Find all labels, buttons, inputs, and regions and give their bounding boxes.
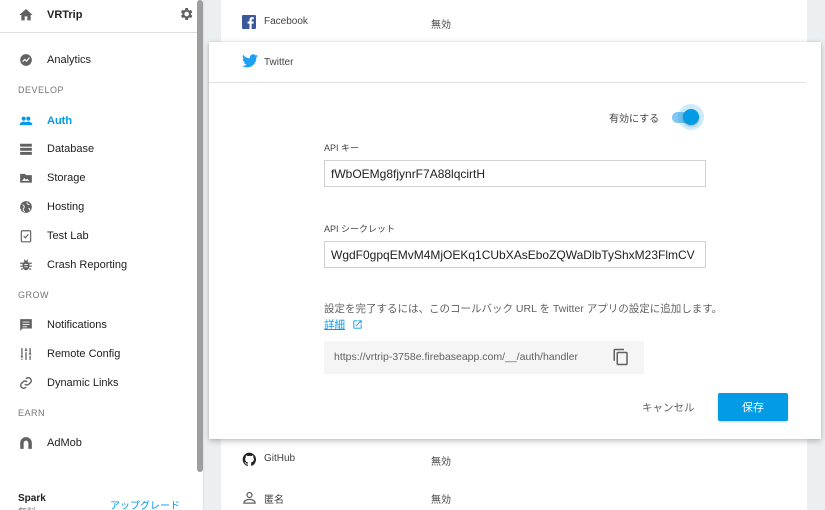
- database-icon: [19, 142, 33, 156]
- sidebar-item-hosting[interactable]: Hosting: [0, 193, 198, 221]
- sidebar-item-database[interactable]: Database: [0, 135, 198, 163]
- plan-sub: 無料: [18, 505, 36, 510]
- provider-row-facebook[interactable]: Facebook 無効: [221, 3, 807, 41]
- facebook-icon: [242, 15, 256, 34]
- callback-help: 設定を完了するには、このコールバック URL を Twitter アプリの設定に…: [324, 301, 724, 335]
- enable-label: 有効にする: [609, 114, 660, 125]
- plan-name: Spark: [18, 493, 46, 504]
- sidebar-item-admob[interactable]: AdMob: [0, 429, 198, 457]
- person-icon: [242, 490, 257, 510]
- twitter-icon: [242, 54, 258, 73]
- open-in-new-icon[interactable]: [352, 319, 363, 335]
- callback-url-box: https://vrtrip-3758e.firebaseapp.com/__/…: [324, 341, 644, 374]
- provider-list-top: Facebook 無効: [221, 0, 807, 42]
- provider-name: GitHub: [264, 453, 296, 464]
- enable-toggle[interactable]: [670, 104, 706, 130]
- twitter-provider-dialog: Twitter 有効にする API キー fWbOEMg8fjynrF7A88l…: [209, 42, 821, 439]
- provider-name: 匿名: [264, 495, 284, 506]
- section-develop: DEVELOP: [18, 85, 65, 95]
- project-name[interactable]: VRTrip: [47, 9, 82, 21]
- sidebar-item-notifications[interactable]: Notifications: [0, 311, 198, 339]
- sidebar-item-auth[interactable]: Auth: [0, 107, 198, 135]
- dialog-header: Twitter: [209, 42, 806, 83]
- analytics-icon: [19, 53, 33, 67]
- provider-name: Facebook: [264, 16, 308, 27]
- section-earn: EARN: [18, 408, 46, 418]
- api-key-input[interactable]: fWbOEMg8fjynrF7A88lqcirtH: [324, 160, 706, 187]
- sidebar-item-label: Hosting: [47, 201, 85, 213]
- hosting-icon: [19, 200, 33, 214]
- cancel-button[interactable]: キャンセル: [634, 393, 703, 421]
- sidebar-item-label: Notifications: [47, 319, 107, 331]
- storage-icon: [19, 171, 33, 185]
- sidebar-item-analytics[interactable]: Analytics: [0, 46, 198, 74]
- details-link[interactable]: 詳細: [324, 319, 345, 331]
- sidebar-item-label: Test Lab: [47, 230, 89, 242]
- provider-row-github[interactable]: GitHub 無効: [221, 440, 807, 478]
- upgrade-link[interactable]: アップグレード: [110, 497, 180, 510]
- callback-help-text: 設定を完了するには、このコールバック URL を Twitter アプリの設定に…: [324, 303, 723, 315]
- sidebar-item-label: Dynamic Links: [47, 377, 119, 389]
- auth-icon: [19, 114, 33, 128]
- section-grow: GROW: [18, 290, 49, 300]
- sidebar-item-label: Auth: [47, 115, 73, 127]
- provider-status: 無効: [431, 457, 451, 468]
- sidebar-item-label: Remote Config: [47, 348, 121, 360]
- api-secret-input[interactable]: WgdF0gpqEMvM4MjOEKq1CUbXAsEboZQWaDlbTySh…: [324, 241, 706, 268]
- provider-list-bottom: GitHub 無効 匿名 無効: [221, 439, 807, 510]
- admob-icon: [19, 436, 33, 450]
- callback-url[interactable]: https://vrtrip-3758e.firebaseapp.com/__/…: [334, 351, 578, 363]
- provider-row-anonymous[interactable]: 匿名 無効: [221, 478, 807, 510]
- api-key-label: API キー: [324, 143, 360, 153]
- sidebar-item-label: Database: [47, 143, 95, 155]
- github-icon: [242, 452, 257, 472]
- sidebar-item-dynamic-links[interactable]: Dynamic Links: [0, 369, 198, 397]
- link-icon: [19, 376, 33, 390]
- testlab-icon: [19, 229, 33, 243]
- sidebar-item-label: Crash Reporting: [47, 259, 128, 271]
- copy-icon[interactable]: [612, 348, 630, 371]
- gear-icon[interactable]: [178, 6, 194, 27]
- sidebar-item-testlab[interactable]: Test Lab: [0, 222, 198, 250]
- sidebar-scrollbar[interactable]: [197, 0, 203, 472]
- notifications-icon: [19, 318, 33, 332]
- home-icon[interactable]: [18, 7, 34, 28]
- sidebar-item-label: Analytics: [47, 54, 92, 66]
- remote-config-icon: [19, 347, 33, 361]
- save-button[interactable]: 保存: [718, 393, 788, 421]
- sidebar-item-storage[interactable]: Storage: [0, 164, 198, 192]
- sidebar: VRTrip Analytics DEVELOP Auth Database S…: [0, 0, 204, 510]
- project-header: VRTrip: [0, 0, 198, 33]
- provider-status: 無効: [431, 20, 451, 31]
- api-secret-label: API シークレット: [324, 224, 396, 234]
- sidebar-item-crash-reporting[interactable]: Crash Reporting: [0, 251, 198, 279]
- sidebar-item-label: Storage: [47, 172, 86, 184]
- crash-icon: [19, 258, 33, 272]
- sidebar-item-remote-config[interactable]: Remote Config: [0, 340, 198, 368]
- toggle-thumb: [683, 109, 699, 125]
- dialog-provider-name: Twitter: [264, 57, 294, 68]
- sidebar-item-label: AdMob: [47, 437, 82, 449]
- provider-status: 無効: [431, 495, 451, 506]
